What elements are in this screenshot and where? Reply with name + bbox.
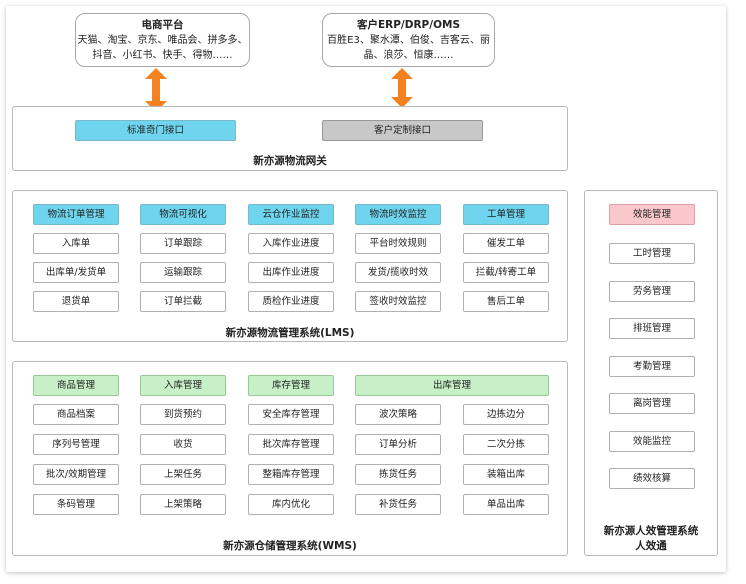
hr-module-item: 排班管理 xyxy=(609,318,695,339)
wms-module-item: 条码管理 xyxy=(33,494,119,515)
erp-title: 客户ERP/DRP/OMS xyxy=(356,19,461,31)
wms-outbound-item: 单品出库 xyxy=(463,494,549,515)
lms-module-item: 发货/揽收时效 xyxy=(355,262,441,283)
hr-module-item: 绩效核算 xyxy=(609,468,695,489)
hr-module-item: 工时管理 xyxy=(609,243,695,264)
logistics-gateway-panel: 标准奇门接口 客户定制接口 新亦源物流网关 xyxy=(12,106,568,171)
hr-efficiency-panel: 效能管理工时管理劳务管理排班管理考勤管理离岗管理效能监控绩效核算 新亦源人效管理… xyxy=(584,190,718,556)
wms-module-item: 整箱库存管理 xyxy=(248,464,334,485)
wms-title: 新亦源仓储管理系统(WMS) xyxy=(223,540,357,552)
wms-outbound-item: 装箱出库 xyxy=(463,464,549,485)
lms-module-item: 售后工单 xyxy=(463,291,549,312)
wms-outbound-item: 补货任务 xyxy=(355,494,441,515)
wms-outbound-item: 波次策略 xyxy=(355,404,441,425)
lms-module-header: 云仓作业监控 xyxy=(248,204,334,225)
hr-module-item: 劳务管理 xyxy=(609,280,695,302)
hr-module-item: 离岗管理 xyxy=(609,393,695,414)
standard-qimen-interface: 标准奇门接口 xyxy=(75,120,236,141)
erp-double-arrow-icon xyxy=(391,68,413,108)
hr-title-line2: 人效通 xyxy=(635,540,667,552)
lms-module-item: 入库单 xyxy=(33,233,119,254)
lms-module-header: 物流可视化 xyxy=(140,204,226,225)
gateway-title: 新亦源物流网关 xyxy=(253,155,327,167)
lms-module-item: 签收时效监控 xyxy=(355,291,441,312)
ecommerce-line2: 抖音、小红书、快手、得物…… xyxy=(92,50,233,61)
wms-module-item: 序列号管理 xyxy=(33,434,119,455)
lms-module-item: 催发工单 xyxy=(463,233,549,254)
wms-outbound-item: 二次分拣 xyxy=(463,434,549,455)
wms-outbound-item: 拣货任务 xyxy=(355,464,441,485)
lms-module-header: 工单管理 xyxy=(463,204,549,225)
wms-module-item: 批次库存管理 xyxy=(248,434,334,455)
lms-module-item: 出库作业进度 xyxy=(248,262,334,283)
wms-module-item: 上架策略 xyxy=(140,494,226,515)
wms-module-item: 批次/效期管理 xyxy=(33,464,119,485)
wms-outbound-header: 出库管理 xyxy=(355,375,549,396)
lms-module-header: 物流订单管理 xyxy=(33,204,119,225)
wms-module-header: 库存管理 xyxy=(248,375,334,396)
lms-module-item: 订单拦截 xyxy=(140,291,226,312)
wms-panel: 商品管理商品档案序列号管理批次/效期管理 条码管理 入库管理到货预约收货上架任务上架… xyxy=(12,361,568,556)
lms-module-item: 出库单/发货单 xyxy=(33,262,119,283)
ecommerce-title: 电商平台 xyxy=(141,19,184,31)
hr-module-item: 效能监控 xyxy=(609,430,695,452)
lms-module-item: 订单跟踪 xyxy=(140,233,226,254)
hr-title-line1: 新亦源人效管理系统 xyxy=(603,525,699,537)
wms-module-item: 上架任务 xyxy=(140,464,226,485)
wms-module-item: 库内优化 xyxy=(248,494,334,515)
lms-module-item: 平台时效规则 xyxy=(355,233,441,254)
lms-title: 新亦源物流管理系统(LMS) xyxy=(225,327,355,339)
lms-panel: 物流订单管理 入库单出库单/发货单 退货单 物流可视化订单跟踪运输跟踪订单拦截 云仓作业… xyxy=(12,190,568,342)
wms-module-item: 收货 xyxy=(140,434,226,455)
lms-module-header: 物流时效监控 xyxy=(355,204,441,225)
customer-erp-box: 客户ERP/DRP/OMS 百胜E3、聚水潭、伯俊、吉客云、丽 晶、浪莎、恒康…… xyxy=(322,13,495,67)
wms-module-header: 商品管理 xyxy=(33,375,119,396)
erp-line1: 百胜E3、聚水潭、伯俊、吉客云、丽 xyxy=(327,35,490,46)
wms-module-item: 安全库存管理 xyxy=(248,404,334,425)
wms-module-item: 到货预约 xyxy=(140,404,226,425)
wms-outbound-item: 订单分析 xyxy=(355,434,441,455)
wms-module-item: 商品档案 xyxy=(33,404,119,425)
hr-module-item: 考勤管理 xyxy=(609,355,695,377)
custom-interface: 客户定制接口 xyxy=(322,120,483,141)
lms-module-item: 质检作业进度 xyxy=(248,291,334,312)
wms-module-header: 入库管理 xyxy=(140,375,226,396)
lms-module-item: 退货单 xyxy=(33,291,119,312)
lms-module-item: 拦截/转寄工单 xyxy=(463,262,549,283)
lms-module-item: 入库作业进度 xyxy=(248,233,334,254)
wms-outbound-item: 边拣边分 xyxy=(463,404,549,425)
hr-module-header: 效能管理 xyxy=(609,204,695,225)
ecommerce-line1: 天猫、淘宝、京东、唯品会、拼多多、 xyxy=(77,35,248,46)
ecommerce-platform-box: 电商平台 天猫、淘宝、京东、唯品会、拼多多、 抖音、小红书、快手、得物…… xyxy=(75,13,250,67)
erp-line2: 晶、浪莎、恒康…… xyxy=(363,50,454,61)
lms-module-item: 运输跟踪 xyxy=(140,262,226,283)
